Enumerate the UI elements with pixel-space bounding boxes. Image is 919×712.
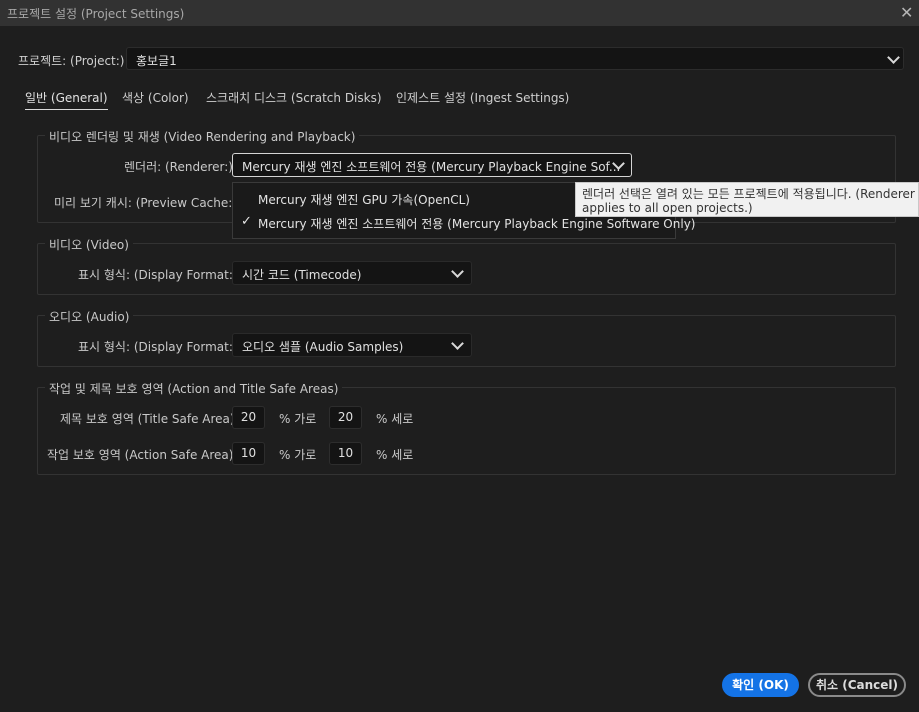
video-display-format-value: 시간 코드 (Timecode) [242,268,362,282]
audio-display-format-dropdown[interactable]: 오디오 샘플 (Audio Samples) [232,333,472,357]
audio-display-format-value: 오디오 샘플 (Audio Samples) [242,340,404,354]
chevron-down-icon [887,51,900,64]
renderer-option-label: Mercury 재생 엔진 소프트웨어 전용 (Mercury Playback… [258,217,696,231]
audio-display-format-label: 표시 형식: (Display Format:) [78,340,238,354]
action-safe-horizontal-unit: % 가로 [279,448,317,462]
action-safe-area-label: 작업 보호 영역 (Action Safe Area) [47,448,234,462]
chevron-down-icon [451,265,464,278]
project-select[interactable]: 홍보글1 [126,47,904,70]
renderer-option-label: Mercury 재생 엔진 GPU 가속(OpenCL) [258,193,470,207]
audio-legend: 오디오 (Audio) [45,308,134,325]
project-label: 프로젝트: (Project:) [18,54,125,68]
renderer-label: 렌더러: (Renderer:) [124,160,233,174]
title-safe-vertical-input[interactable]: 20 [329,406,362,429]
video-legend: 비디오 (Video) [45,236,133,253]
video-display-format-dropdown[interactable]: 시간 코드 (Timecode) [232,261,472,285]
title-safe-vertical-unit: % 세로 [376,412,414,426]
tab-ingest-settings[interactable]: 인제스트 설정 (Ingest Settings) [396,89,569,106]
title-safe-horizontal-input[interactable]: 20 [232,406,265,429]
ok-button[interactable]: 확인 (OK) [722,673,799,697]
preview-cache-label: 미리 보기 캐시: (Preview Cache:) [54,196,237,210]
cancel-button[interactable]: 취소 (Cancel) [808,673,906,697]
action-safe-vertical-input[interactable]: 10 [329,442,362,465]
tooltip-line-2: applies to all open projects.) [582,201,753,215]
tab-scratch-disks[interactable]: 스크래치 디스크 (Scratch Disks) [206,89,382,106]
title-safe-area-label: 제목 보호 영역 (Title Safe Area) [60,412,235,426]
renderer-tooltip: 렌더러 선택은 열려 있는 모든 프로젝트에 적용됩니다. (Renderer … [575,182,919,217]
tooltip-line-1: 렌더러 선택은 열려 있는 모든 프로젝트에 적용됩니다. (Renderer … [582,187,918,201]
tab-general[interactable]: 일반 (General) [25,89,108,110]
chevron-down-icon [451,337,464,350]
checkmark-icon: ✓ [241,214,252,229]
window-title: 프로젝트 설정 (Project Settings) [7,7,185,21]
action-safe-horizontal-input[interactable]: 10 [232,442,265,465]
video-display-format-label: 표시 형식: (Display Format:) [78,268,238,282]
safe-areas-legend: 작업 및 제목 보호 영역 (Action and Title Safe Are… [45,380,343,397]
video-rendering-legend: 비디오 렌더링 및 재생 (Video Rendering and Playba… [45,128,360,145]
close-icon[interactable]: ✕ [900,3,913,22]
tab-color[interactable]: 색상 (Color) [122,89,189,106]
renderer-dropdown[interactable]: Mercury 재생 엔진 소프트웨어 전용 (Mercury Playback… [232,153,632,177]
action-safe-vertical-unit: % 세로 [376,448,414,462]
project-value: 홍보글1 [136,54,177,68]
renderer-value: Mercury 재생 엔진 소프트웨어 전용 (Mercury Playback… [242,160,621,174]
title-safe-horizontal-unit: % 가로 [279,412,317,426]
